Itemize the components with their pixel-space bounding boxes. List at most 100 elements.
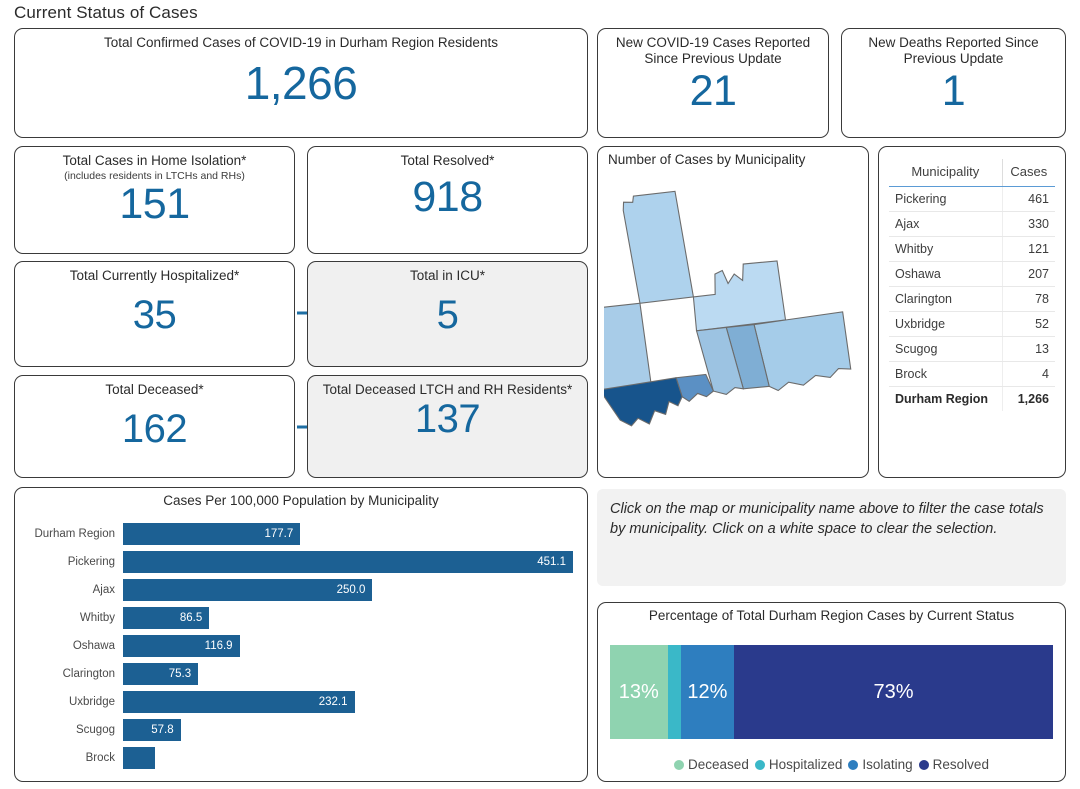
table-row[interactable]: Pickering 461: [889, 186, 1055, 212]
card-new-deaths-title: New Deaths Reported Since Previous Updat…: [868, 35, 1039, 66]
municipality-table[interactable]: Municipality Cases Pickering 461 Ajax 33…: [889, 159, 1055, 411]
bar-value-label: 116.9: [204, 640, 233, 652]
legend-item-isolating[interactable]: Isolating: [848, 757, 913, 772]
status-stacked-bar: 13% 12% 73%: [610, 645, 1053, 739]
table-body: Pickering 461 Ajax 330 Whitby 121 Oshawa…: [889, 186, 1055, 411]
legend-item-resolved[interactable]: Resolved: [918, 757, 989, 772]
legend-label-isolating: Isolating: [862, 757, 913, 772]
bar-row[interactable]: Scugog 57.8: [25, 716, 573, 744]
segment-deceased[interactable]: 13%: [610, 645, 668, 739]
page-title: Current Status of Cases: [14, 3, 198, 22]
cell-municipality[interactable]: Oshawa: [889, 261, 1003, 287]
cell-cases: 52: [1002, 311, 1055, 337]
bar-value-label: 57.8: [151, 724, 174, 736]
bar-fill[interactable]: 116.9: [123, 635, 240, 657]
bar-row[interactable]: Ajax 250.0: [25, 576, 573, 604]
municipality-table-panel[interactable]: Municipality Cases Pickering 461 Ajax 33…: [878, 146, 1066, 478]
table-row[interactable]: Scugog 13: [889, 336, 1055, 362]
segment-isolating[interactable]: 12%: [680, 645, 735, 739]
bar-row[interactable]: Clarington 75.3: [25, 660, 573, 688]
status-percentage-panel[interactable]: Percentage of Total Durham Region Cases …: [597, 602, 1066, 782]
map-region-uxbridge[interactable]: [589, 298, 657, 395]
card-new-cases-title: New COVID-19 Cases Reported Since Previo…: [615, 35, 811, 66]
bar-fill[interactable]: 232.1: [123, 691, 355, 713]
bar-fill[interactable]: 57.8: [123, 719, 181, 741]
bar-fill[interactable]: 75.3: [123, 663, 199, 685]
bar-track: 250.0: [123, 579, 573, 601]
filter-instructions-text: Click on the map or municipality name ab…: [610, 501, 1044, 537]
card-resolved[interactable]: Total Resolved* 918: [307, 146, 588, 254]
bar-row[interactable]: Uxbridge 232.1: [25, 688, 573, 716]
cell-municipality[interactable]: Brock: [889, 361, 1003, 387]
bar-fill[interactable]: 86.5: [123, 607, 210, 629]
card-total-confirmed[interactable]: Total Confirmed Cases of COVID-19 in Dur…: [14, 28, 588, 138]
table-row[interactable]: Oshawa 207: [889, 261, 1055, 287]
card-icu[interactable]: Total in ICU* 5: [307, 261, 588, 367]
cell-municipality[interactable]: Clarington: [889, 286, 1003, 312]
table-row[interactable]: Ajax 330: [889, 211, 1055, 237]
cell-cases: 4: [1002, 361, 1055, 387]
bar-fill[interactable]: [123, 747, 155, 769]
cell-total-cases: 1,266: [1002, 386, 1055, 411]
table-row[interactable]: Uxbridge 52: [889, 311, 1055, 337]
bar-category-label: Brock: [85, 752, 115, 764]
card-icu-title: Total in ICU*: [409, 268, 486, 283]
map-svg[interactable]: [589, 171, 862, 471]
card-home-isolation-title: Total Cases in Home Isolation*: [62, 153, 247, 168]
cell-municipality[interactable]: Uxbridge: [889, 311, 1003, 337]
bar-fill[interactable]: 177.7: [123, 523, 301, 545]
card-hospitalized[interactable]: Total Currently Hospitalized* 35: [14, 261, 295, 367]
bar-category-label: Durham Region: [34, 528, 115, 540]
bar-track: 232.1: [123, 691, 573, 713]
column-header-municipality[interactable]: Municipality: [889, 159, 1003, 187]
card-hospitalized-value: 35: [132, 292, 177, 337]
cell-municipality[interactable]: Scugog: [889, 336, 1003, 362]
segment-resolved[interactable]: 73%: [734, 645, 1053, 739]
table-row[interactable]: Clarington 78: [889, 286, 1055, 312]
filter-instructions: Click on the map or municipality name ab…: [597, 489, 1066, 586]
bar-fill[interactable]: 250.0: [123, 579, 373, 601]
card-total-confirmed-value: 1,266: [244, 56, 358, 109]
cases-per-100k-chart-panel[interactable]: Cases Per 100,000 Population by Municipa…: [14, 487, 588, 782]
cases-per-100k-bars: Durham Region 177.7 Pickering 451.1 Ajax: [25, 520, 573, 771]
legend-swatch-isolating-icon: [848, 759, 859, 770]
bar-track: 116.9: [123, 635, 573, 657]
bar-row[interactable]: Whitby 86.5: [25, 604, 573, 632]
card-deceased-value: 162: [121, 406, 188, 451]
card-resolved-value: 918: [412, 172, 483, 221]
cell-cases: 207: [1002, 261, 1055, 287]
bar-row[interactable]: Oshawa 116.9: [25, 632, 573, 660]
map-panel[interactable]: Number of Cases by Municipality: [589, 146, 869, 478]
card-new-deaths[interactable]: New Deaths Reported Since Previous Updat…: [841, 28, 1066, 138]
table-row[interactable]: Whitby 121: [889, 236, 1055, 262]
card-home-isolation[interactable]: Total Cases in Home Isolation* (includes…: [14, 146, 295, 254]
cell-cases: 461: [1002, 186, 1055, 212]
dashboard-root: Current Status of Cases Total Confirmed …: [0, 0, 1080, 789]
bar-track: [123, 747, 573, 769]
bar-fill[interactable]: 451.1: [123, 551, 573, 573]
legend-item-deceased[interactable]: Deceased: [674, 757, 749, 772]
card-new-cases[interactable]: New COVID-19 Cases Reported Since Previo…: [597, 28, 829, 138]
bar-row[interactable]: Brock: [25, 744, 573, 772]
legend-label-resolved: Resolved: [932, 757, 989, 772]
status-percentage-title: Percentage of Total Durham Region Cases …: [648, 608, 1015, 623]
cell-municipality[interactable]: Whitby: [889, 236, 1003, 262]
bar-category-label: Whitby: [79, 612, 115, 624]
bar-row[interactable]: Durham Region 177.7: [25, 520, 573, 548]
bar-row[interactable]: Pickering 451.1: [25, 548, 573, 576]
card-new-deaths-value: 1: [941, 66, 966, 115]
durham-region-map[interactable]: [589, 171, 862, 471]
card-deceased-ltch[interactable]: Total Deceased LTCH and RH Residents* 13…: [307, 375, 588, 478]
card-deceased-ltch-title: Total Deceased LTCH and RH Residents*: [322, 382, 573, 397]
column-header-cases[interactable]: Cases: [1002, 159, 1055, 187]
cell-municipality[interactable]: Ajax: [889, 211, 1003, 237]
bar-track: 86.5: [123, 607, 573, 629]
card-deceased[interactable]: Total Deceased* 162: [14, 375, 295, 478]
bar-category-label: Pickering: [67, 556, 115, 568]
card-home-isolation-value: 151: [119, 179, 190, 228]
map-region-brock[interactable]: [618, 187, 697, 308]
cell-municipality[interactable]: Pickering: [889, 186, 1003, 212]
segment-hospitalized[interactable]: [667, 645, 681, 739]
table-row[interactable]: Brock 4: [889, 361, 1055, 387]
legend-item-hospitalized[interactable]: Hospitalized: [754, 757, 842, 772]
